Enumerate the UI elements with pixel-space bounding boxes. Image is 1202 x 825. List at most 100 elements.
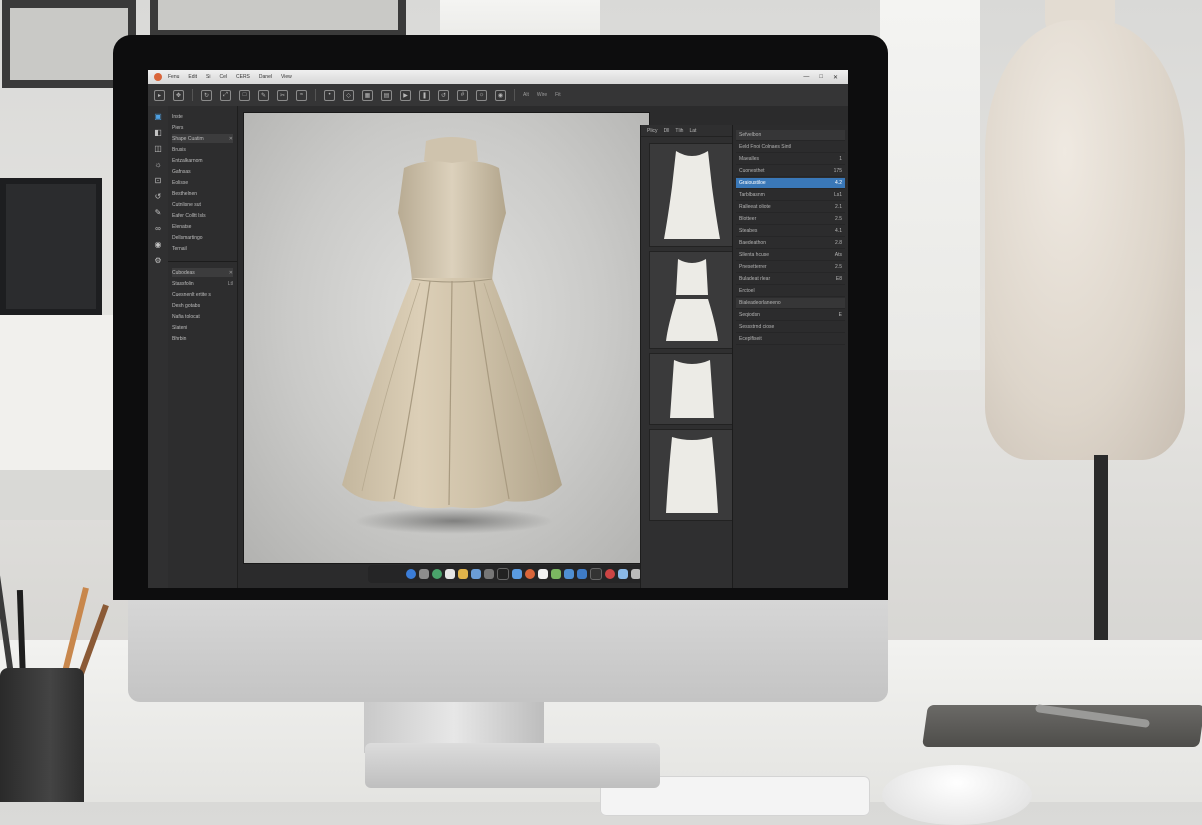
fold-tool-icon[interactable]: ◇: [343, 89, 354, 101]
toolbar-label[interactable]: Alt: [523, 92, 529, 98]
tab-item[interactable]: Lat: [689, 128, 696, 134]
terminal-icon[interactable]: [589, 568, 602, 580]
list-item[interactable]: Cuesnenlt ertite s: [172, 290, 233, 299]
tree-item[interactable]: Cuonesthet 175: [736, 166, 845, 177]
list-item[interactable]: Cubodeas ✕: [172, 268, 233, 277]
files-icon[interactable]: [418, 569, 429, 579]
draw-tool-icon[interactable]: ✎: [258, 89, 269, 101]
list-item[interactable]: Eolisse: [172, 178, 233, 187]
grid-tool-icon[interactable]: #: [457, 89, 468, 101]
tree-item[interactable]: Maealles 1: [736, 154, 845, 165]
browser-icon[interactable]: [431, 569, 442, 579]
tree-item[interactable]: Seqiodsn E: [736, 310, 845, 321]
tree-item[interactable]: Buladeat rlear E8: [736, 274, 845, 285]
texture-tool-icon[interactable]: ▤: [381, 89, 392, 101]
maximize-button[interactable]: □: [819, 74, 823, 81]
pattern-piece-thumbnail[interactable]: [649, 251, 735, 349]
dress-3d-model[interactable]: [244, 113, 649, 563]
lock-icon[interactable]: ⊡: [153, 176, 163, 186]
photos-icon[interactable]: [470, 569, 481, 579]
tree-item[interactable]: Tarblbasnm Ls1: [736, 190, 845, 201]
tree-item[interactable]: Sessstrnd ciose: [736, 322, 845, 333]
toolbar-label[interactable]: Wire: [537, 92, 547, 98]
list-item[interactable]: Ternail: [172, 244, 233, 253]
simulate-tool-icon[interactable]: ▶: [400, 89, 411, 101]
pin-tool-icon[interactable]: •: [324, 89, 335, 101]
close-icon[interactable]: ✕: [229, 136, 233, 142]
list-item[interactable]: Besthelnen: [172, 189, 233, 198]
notes-icon[interactable]: [444, 569, 455, 579]
maps-icon[interactable]: [550, 569, 561, 579]
rotate-icon[interactable]: ↺: [153, 192, 163, 202]
settings-icon[interactable]: [483, 569, 494, 579]
list-item[interactable]: Cutnlisne sut: [172, 200, 233, 209]
scale-tool-icon[interactable]: ⤢: [220, 89, 231, 101]
menu-item[interactable]: Danel: [259, 74, 272, 80]
pattern-piece-thumbnail[interactable]: [649, 353, 735, 425]
list-item[interactable]: Piers: [172, 123, 233, 132]
menu-item[interactable]: Edit: [188, 74, 197, 80]
calendar-icon[interactable]: [537, 569, 548, 579]
pattern-piece-thumbnail[interactable]: [649, 143, 735, 247]
select-tool-icon[interactable]: □: [239, 89, 250, 101]
tree-item-selected[interactable]: Graioustiloe 4.2: [736, 178, 845, 189]
close-button[interactable]: ✕: [833, 74, 838, 81]
menu-item[interactable]: CERS: [236, 74, 250, 80]
menu-item[interactable]: Si: [206, 74, 210, 80]
list-item[interactable]: Elenatse: [172, 222, 233, 231]
folder-icon[interactable]: [457, 569, 468, 579]
start-icon[interactable]: [405, 569, 416, 579]
trash-icon[interactable]: [630, 569, 641, 579]
list-item[interactable]: Entzalkarnom: [172, 156, 233, 165]
pause-tool-icon[interactable]: ❚: [419, 89, 430, 101]
list-item[interactable]: Shape Cuatim ✕: [172, 134, 233, 143]
3d-viewport[interactable]: [243, 112, 650, 564]
list-item[interactable]: Inste: [172, 112, 233, 121]
mail-icon[interactable]: [511, 569, 522, 579]
brush-icon[interactable]: ✎: [153, 208, 163, 218]
chat-icon[interactable]: [563, 569, 574, 579]
menu-item[interactable]: Fenu: [168, 74, 179, 80]
pointer-tool-icon[interactable]: ▸: [154, 89, 165, 101]
list-item[interactable]: Slateni: [172, 323, 233, 332]
link-icon[interactable]: ∞: [153, 224, 163, 234]
toolbar-label[interactable]: Fit: [555, 92, 561, 98]
menu-item[interactable]: View: [281, 74, 292, 80]
tree-item[interactable]: Eceplfiseit: [736, 334, 845, 345]
tree-item[interactable]: Erctoel: [736, 286, 845, 297]
cut-tool-icon[interactable]: ✂: [277, 89, 288, 101]
tree-item[interactable]: Steabes 4.1: [736, 226, 845, 237]
tree-item[interactable]: Pnesetterrer 2.5: [736, 262, 845, 273]
cloud-icon[interactable]: [617, 569, 628, 579]
garment-icon[interactable]: ◫: [153, 144, 163, 154]
settings-icon[interactable]: ⚙: [153, 256, 163, 266]
pattern-piece-thumbnail[interactable]: [649, 429, 735, 521]
list-item[interactable]: Desh gotabs: [172, 301, 233, 310]
list-item[interactable]: Dellsmartingo: [172, 233, 233, 242]
minimize-button[interactable]: —: [803, 74, 809, 81]
store-icon[interactable]: [576, 569, 587, 579]
tree-item[interactable]: Ralleeat oliote 2.1: [736, 202, 845, 213]
design-app-icon[interactable]: [524, 569, 535, 579]
tree-section[interactable]: Bialeadeorlaneeno: [736, 298, 845, 309]
list-item[interactable]: Stassfolin Ltl: [172, 279, 233, 288]
music-icon[interactable]: [496, 568, 509, 580]
camera-tool-icon[interactable]: ◉: [495, 89, 506, 101]
list-item[interactable]: Brusis: [172, 145, 233, 154]
eye-icon[interactable]: ◉: [153, 240, 163, 250]
layers-icon[interactable]: ▣: [153, 112, 163, 122]
list-item[interactable]: Bhrbin: [172, 334, 233, 343]
fabric-tool-icon[interactable]: ▦: [362, 89, 373, 101]
light-tool-icon[interactable]: ☼: [476, 89, 487, 101]
move-tool-icon[interactable]: ✥: [173, 89, 184, 101]
tree-item[interactable]: Sllenta hcuse Ats: [736, 250, 845, 261]
video-icon[interactable]: [604, 569, 615, 579]
sew-tool-icon[interactable]: ≈: [296, 89, 307, 101]
close-icon[interactable]: ✕: [229, 270, 233, 276]
list-item[interactable]: Eafer Colltt Isls: [172, 211, 233, 220]
pattern-icon[interactable]: ◧: [153, 128, 163, 138]
tab-item[interactable]: Tlih: [675, 128, 683, 134]
tab-item[interactable]: Plicy: [647, 128, 658, 134]
rotate-tool-icon[interactable]: ↻: [201, 89, 212, 101]
sun-icon[interactable]: ☼: [153, 160, 163, 170]
